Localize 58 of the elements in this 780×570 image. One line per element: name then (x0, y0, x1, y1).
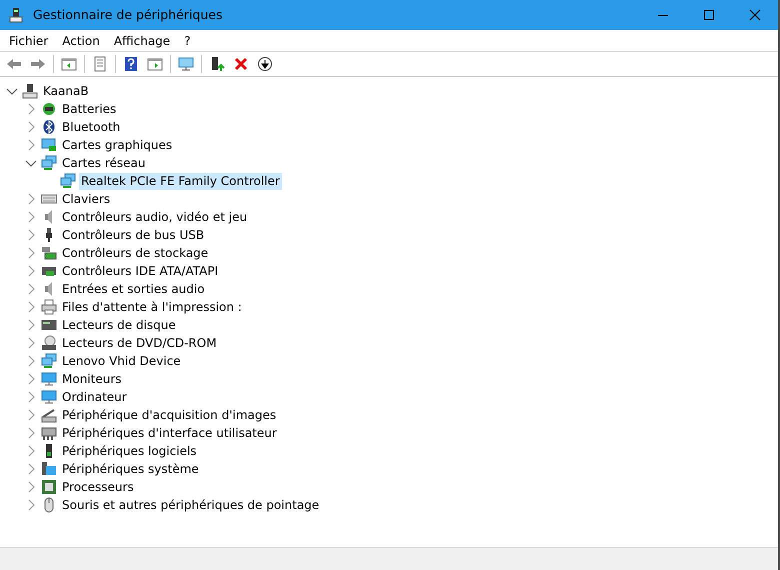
network-icon (41, 353, 57, 369)
device-manager-icon (8, 7, 24, 23)
menu-item[interactable]: Affichage (106, 32, 178, 50)
monitor-icon (41, 389, 57, 405)
back-icon (6, 56, 22, 72)
maximize-icon (702, 8, 716, 22)
tree-item[interactable]: Bluetooth (60, 118, 122, 136)
tree-item[interactable]: Contrôleurs IDE ATA/ATAPI (60, 262, 220, 280)
network-icon (41, 155, 57, 171)
minimize-icon (658, 14, 668, 16)
forward-icon (30, 56, 46, 72)
monitor-icon (41, 371, 57, 387)
menu-item[interactable]: Fichier (2, 32, 56, 50)
tree-item[interactable]: Cartes graphiques (60, 136, 174, 154)
tree-pane-icon (61, 56, 77, 72)
disable-icon (257, 56, 273, 72)
uninstall-icon (233, 56, 249, 72)
properties-icon (92, 56, 108, 72)
window-title: Gestionnaire de périphériques (33, 6, 222, 24)
printer-icon (41, 299, 57, 315)
tree-item[interactable]: KaanaB (41, 82, 91, 100)
tree-item[interactable]: Périphériques logiciels (60, 442, 199, 460)
tree-item[interactable]: Contrôleurs de stockage (60, 244, 210, 262)
tree-item[interactable]: Lecteurs de disque (60, 316, 178, 334)
tree-item[interactable]: Contrôleurs de bus USB (60, 226, 206, 244)
help-icon (123, 56, 139, 72)
tree-item[interactable]: Batteries (60, 100, 118, 118)
tree-item[interactable]: Cartes réseau (60, 154, 148, 172)
computer-icon (22, 83, 38, 99)
display-adapter-icon (41, 137, 57, 153)
tree-item[interactable]: Périphérique d'acquisition d'images (60, 406, 278, 424)
tree-item[interactable]: Moniteurs (60, 370, 124, 388)
tree-item[interactable]: Souris et autres périphériques de pointage (60, 496, 322, 514)
system-device-icon (41, 461, 57, 477)
scanner-icon (41, 407, 57, 423)
tree-item[interactable]: Ordinateur (60, 388, 129, 406)
tree-item[interactable]: Périphériques système (60, 460, 201, 478)
network-icon (60, 173, 76, 189)
storage-icon (41, 245, 57, 261)
menu-item[interactable]: ? (177, 32, 198, 50)
bluetooth-icon (41, 119, 57, 135)
monitor-scan-icon (178, 56, 194, 72)
close-icon (748, 8, 762, 22)
disk-drive-icon (41, 317, 57, 333)
action-pane-icon (147, 56, 163, 72)
optical-drive-icon (41, 335, 57, 351)
tree-item[interactable]: Lenovo Vhid Device (60, 352, 183, 370)
tree-item[interactable]: Claviers (60, 190, 112, 208)
tree-item[interactable]: Lecteurs de DVD/CD-ROM (60, 334, 219, 352)
tree-item[interactable]: Processeurs (60, 478, 136, 496)
processor-icon (41, 479, 57, 495)
menu-item[interactable]: Action (55, 32, 107, 50)
tree-item[interactable]: Entrées et sorties audio (60, 280, 207, 298)
update-driver-icon (209, 56, 225, 72)
tree-item[interactable]: Contrôleurs audio, vidéo et jeu (60, 208, 250, 226)
tree-item[interactable]: Realtek PCIe FE Family Controller (79, 172, 282, 190)
tree-item[interactable]: Périphériques d'interface utilisateur (60, 424, 279, 442)
tree-item[interactable]: Files d'attente à l'impression : (60, 298, 244, 316)
